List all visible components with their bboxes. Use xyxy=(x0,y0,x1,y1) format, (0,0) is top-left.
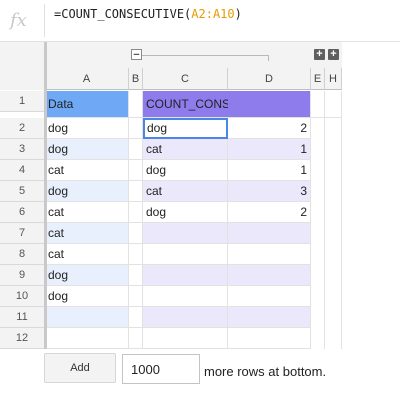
row-header-11[interactable]: 11 xyxy=(0,307,45,328)
row-header-10[interactable]: 10 xyxy=(0,286,45,307)
cell-b5[interactable] xyxy=(129,181,143,202)
cell-a4[interactable]: cat xyxy=(45,160,129,181)
formula-prefix: =COUNT_CONSECUTIVE( xyxy=(54,7,192,21)
cell-a11[interactable] xyxy=(45,307,129,328)
cell-d8[interactable] xyxy=(228,244,311,265)
cell-a9[interactable]: dog xyxy=(45,265,129,286)
cell-d10[interactable] xyxy=(228,286,311,307)
column-header-c[interactable]: C xyxy=(143,68,228,90)
row-header-5[interactable]: 5 xyxy=(0,181,45,202)
cell-h1[interactable] xyxy=(325,91,342,118)
cell-a2[interactable]: dog xyxy=(45,118,129,139)
column-group-bracket xyxy=(141,55,269,56)
cell-a6[interactable]: cat xyxy=(45,202,129,223)
cell-b4[interactable] xyxy=(129,160,143,181)
column-header-b[interactable]: B xyxy=(129,68,143,90)
cell-b11[interactable] xyxy=(129,307,143,328)
row-header-1[interactable]: 1 xyxy=(0,91,45,112)
cell-c5[interactable]: cat xyxy=(143,181,228,202)
column-group-bracket-end xyxy=(268,55,269,61)
column-header-e[interactable]: E xyxy=(311,68,325,90)
cell-d3[interactable]: 1 xyxy=(228,139,311,160)
cell-b6[interactable] xyxy=(129,202,143,223)
rows-count-input[interactable] xyxy=(122,354,200,384)
column-header-h[interactable]: H xyxy=(325,68,342,90)
add-rows-button[interactable]: Add xyxy=(44,353,116,383)
expand-group-level-2-button[interactable]: + xyxy=(328,49,339,60)
cell-c6[interactable]: dog xyxy=(143,202,228,223)
cell-b1[interactable] xyxy=(129,91,143,118)
formula-range-ref: A2:A10 xyxy=(191,7,235,21)
expand-group-level-1-button[interactable]: + xyxy=(314,49,325,60)
formula-bar: fx =COUNT_CONSECUTIVE(A2:A10) xyxy=(0,0,400,42)
cell-a1-header[interactable]: Data xyxy=(45,91,129,118)
cell-c10[interactable] xyxy=(143,286,228,307)
row-header-3[interactable]: 3 xyxy=(0,139,45,160)
column-e-cells[interactable] xyxy=(311,118,325,349)
cell-b12[interactable] xyxy=(129,328,143,349)
cell-a3[interactable]: dog xyxy=(45,139,129,160)
formula-input[interactable]: =COUNT_CONSECUTIVE(A2:A10) xyxy=(54,7,242,21)
row-header-9[interactable]: 9 xyxy=(0,265,45,286)
cell-b2[interactable] xyxy=(129,118,143,139)
fx-icon: fx xyxy=(10,10,27,31)
cell-d2[interactable]: 2 xyxy=(228,118,311,139)
row-header-8[interactable]: 8 xyxy=(0,244,45,265)
row-header-6[interactable]: 6 xyxy=(0,202,45,223)
cell-d9[interactable] xyxy=(228,265,311,286)
cell-b3[interactable] xyxy=(129,139,143,160)
cell-c9[interactable] xyxy=(143,265,228,286)
cell-c8[interactable] xyxy=(143,244,228,265)
cell-b8[interactable] xyxy=(129,244,143,265)
formula-divider xyxy=(44,4,45,37)
row-header-12[interactable]: 12 xyxy=(0,328,45,349)
select-all-corner[interactable] xyxy=(0,68,45,90)
cell-b9[interactable] xyxy=(129,265,143,286)
frozen-column-divider[interactable] xyxy=(44,42,47,349)
collapse-group-button[interactable]: − xyxy=(131,49,142,61)
cell-d5[interactable]: 3 xyxy=(228,181,311,202)
more-rows-label: more rows at bottom. xyxy=(204,364,327,379)
column-header-a[interactable]: A xyxy=(45,68,129,90)
cell-d1[interactable] xyxy=(228,91,311,118)
cell-c7[interactable] xyxy=(143,223,228,244)
cell-c11[interactable] xyxy=(143,307,228,328)
cell-c1-header[interactable]: COUNT_CONSECUTIVE xyxy=(143,91,282,118)
cell-a7[interactable]: cat xyxy=(45,223,129,244)
cell-d6[interactable]: 2 xyxy=(228,202,311,223)
column-h-cells[interactable] xyxy=(325,118,342,349)
row-header-2[interactable]: 2 xyxy=(0,118,45,139)
cell-a5[interactable]: dog xyxy=(45,181,129,202)
formula-suffix: ) xyxy=(234,7,242,21)
cell-c4[interactable]: dog xyxy=(143,160,228,181)
cell-a10[interactable]: dog xyxy=(45,286,129,307)
cell-d11[interactable] xyxy=(228,307,311,328)
cell-d7[interactable] xyxy=(228,223,311,244)
cell-b7[interactable] xyxy=(129,223,143,244)
cell-d4[interactable]: 1 xyxy=(228,160,311,181)
cell-b10[interactable] xyxy=(129,286,143,307)
cell-c2-selected[interactable]: dog xyxy=(143,118,228,139)
row-header-7[interactable]: 7 xyxy=(0,223,45,244)
cell-c12[interactable] xyxy=(143,328,228,349)
cell-a8[interactable]: cat xyxy=(45,244,129,265)
cell-d12[interactable] xyxy=(228,328,311,349)
column-header-d[interactable]: D xyxy=(228,68,311,90)
cell-a12[interactable] xyxy=(45,328,129,349)
cell-e1[interactable] xyxy=(311,91,325,118)
row-header-4[interactable]: 4 xyxy=(0,160,45,181)
cell-c3[interactable]: cat xyxy=(143,139,228,160)
